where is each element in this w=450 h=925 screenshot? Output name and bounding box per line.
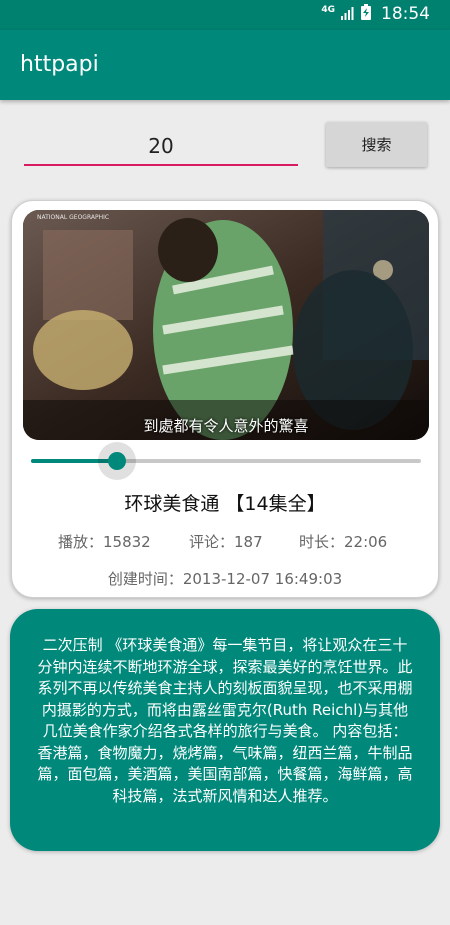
battery-charging-icon bbox=[361, 4, 371, 24]
description-text: 二次压制 《环球美食通》每一集节目，将让观众在三十分钟内连续不断地环游全球，探索… bbox=[37, 636, 413, 805]
video-frame-image bbox=[23, 210, 429, 440]
search-button[interactable]: 搜索 bbox=[326, 122, 427, 167]
channel-logo: NATIONAL GEOGRAPHIC bbox=[37, 214, 110, 221]
play-count: 播放：15832 bbox=[58, 533, 151, 551]
status-bar: 4G 18:54 bbox=[0, 0, 450, 30]
app-title: httpapi bbox=[20, 52, 99, 77]
seek-thumb[interactable] bbox=[108, 452, 126, 470]
video-title: 环球美食通 【14集全】 bbox=[124, 493, 326, 515]
signal-icon bbox=[341, 5, 355, 24]
app-bar: httpapi bbox=[0, 30, 450, 100]
video-player[interactable]: NATIONAL GEOGRAPHIC 到處都有令人意外的驚喜 bbox=[23, 210, 429, 440]
search-input[interactable] bbox=[24, 128, 298, 166]
description-card: 二次压制 《环球美食通》每一集节目，将让观众在三十分钟内连续不断地环游全球，探索… bbox=[10, 609, 440, 851]
video-card: NATIONAL GEOGRAPHIC 到處都有令人意外的驚喜 环球美食通 【1… bbox=[11, 200, 439, 598]
comment-count: 评论：187 bbox=[189, 533, 263, 551]
duration: 时长：22:06 bbox=[299, 533, 388, 551]
video-subtitle: 到處都有令人意外的驚喜 bbox=[143, 417, 309, 435]
network-type-label: 4G bbox=[321, 4, 335, 15]
clock: 18:54 bbox=[381, 4, 430, 24]
seek-bar[interactable] bbox=[31, 442, 421, 480]
created-time: 创建时间：2013-12-07 16:49:03 bbox=[107, 570, 343, 588]
